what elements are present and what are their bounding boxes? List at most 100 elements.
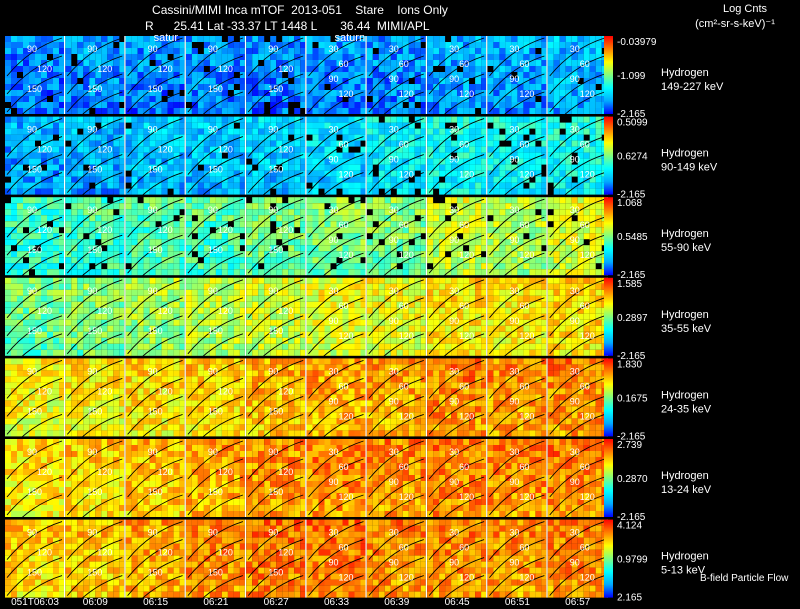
heatmap-cell bbox=[270, 60, 277, 66]
heatmap-cell bbox=[131, 227, 138, 234]
heatmap-cell bbox=[125, 134, 132, 141]
heatmap-cell bbox=[414, 164, 421, 171]
heatmap-cell bbox=[215, 134, 222, 141]
heatmap-cell bbox=[41, 116, 47, 123]
heatmap-cell bbox=[191, 128, 198, 135]
heatmap-cell bbox=[53, 239, 59, 246]
heatmap-cell bbox=[65, 307, 72, 314]
heatmap-cell bbox=[493, 108, 500, 114]
heatmap-cell bbox=[312, 152, 319, 159]
contour-label: 60 bbox=[580, 140, 590, 150]
panel-separator bbox=[365, 197, 367, 276]
heatmap-cell bbox=[408, 197, 415, 204]
heatmap-cell bbox=[342, 349, 349, 356]
heatmap-cell bbox=[559, 164, 566, 171]
heatmap-cell bbox=[571, 188, 578, 195]
heatmap-cell bbox=[137, 116, 144, 123]
heatmap-cell bbox=[529, 188, 536, 195]
heatmap-cell bbox=[463, 182, 470, 189]
heatmap-cell bbox=[246, 78, 253, 84]
heatmap-cell bbox=[300, 221, 306, 228]
contour-label: 120 bbox=[278, 306, 293, 316]
heatmap-cell bbox=[113, 319, 120, 326]
heatmap-cell bbox=[547, 78, 554, 84]
heatmap-cell bbox=[342, 128, 349, 135]
heatmap-cell bbox=[71, 295, 78, 302]
heatmap-cell bbox=[294, 209, 301, 216]
contour-label: 60 bbox=[399, 301, 409, 311]
heatmap-cell bbox=[589, 72, 596, 78]
heatmap-cell bbox=[372, 295, 379, 302]
heatmap-cell bbox=[420, 188, 426, 195]
heatmap-cell bbox=[101, 215, 108, 222]
heatmap-cell bbox=[312, 108, 319, 114]
heatmap-cell bbox=[167, 170, 174, 177]
heatmap-cell bbox=[378, 72, 385, 78]
contour-label: 90 bbox=[389, 235, 399, 245]
heatmap-cell bbox=[143, 36, 150, 42]
heatmap-cell bbox=[529, 209, 536, 216]
heatmap-cell bbox=[354, 307, 361, 314]
heatmap-cell bbox=[143, 221, 150, 228]
heatmap-cell bbox=[173, 182, 180, 189]
heatmap-cell bbox=[179, 221, 185, 228]
heatmap-cell bbox=[318, 72, 325, 78]
heatmap-cell bbox=[185, 307, 192, 314]
heatmap-cell bbox=[378, 102, 385, 108]
heatmap-cell bbox=[11, 331, 17, 338]
heatmap-cell bbox=[330, 301, 337, 308]
heatmap-cell bbox=[312, 60, 319, 66]
heatmap-cell bbox=[396, 269, 403, 276]
species-label: Hydrogen bbox=[661, 228, 709, 240]
heatmap-cell bbox=[457, 188, 464, 195]
heatmap-cell bbox=[227, 263, 234, 270]
heatmap-cell bbox=[420, 146, 426, 153]
heatmap-cell bbox=[595, 96, 602, 102]
heatmap-cell bbox=[372, 227, 379, 234]
heatmap-cell bbox=[131, 251, 138, 258]
heatmap-cell bbox=[354, 164, 361, 171]
heatmap-cell bbox=[77, 164, 84, 171]
species-label: Hydrogen bbox=[661, 148, 709, 160]
heatmap-cell bbox=[173, 227, 180, 234]
heatmap-cell bbox=[312, 96, 319, 102]
heatmap-cell bbox=[493, 245, 500, 252]
heatmap-cell bbox=[83, 221, 90, 228]
heatmap-cell bbox=[408, 289, 415, 296]
heatmap-cell bbox=[511, 269, 518, 276]
heatmap-cell bbox=[203, 60, 210, 66]
heatmap-cell bbox=[589, 188, 596, 195]
heatmap-cell bbox=[77, 227, 84, 234]
heatmap-cell bbox=[300, 48, 306, 54]
heatmap-cell bbox=[264, 263, 271, 270]
heatmap-cell bbox=[354, 337, 361, 344]
heatmap-cell bbox=[493, 197, 500, 204]
heatmap-cell bbox=[53, 128, 59, 135]
heatmap-cell bbox=[5, 96, 11, 102]
heatmap-cell bbox=[493, 128, 500, 135]
heatmap-cell bbox=[35, 108, 41, 114]
heatmap-cell bbox=[221, 48, 228, 54]
heatmap-cell bbox=[167, 215, 174, 222]
heatmap-cell bbox=[408, 182, 415, 189]
heatmap-cell bbox=[469, 152, 476, 159]
heatmap-cell bbox=[233, 48, 240, 54]
heatmap-cell bbox=[77, 283, 84, 290]
heatmap-cell bbox=[348, 263, 355, 270]
heatmap-cell bbox=[29, 337, 35, 344]
heatmap-cell bbox=[113, 343, 120, 350]
heatmap-cell bbox=[179, 307, 185, 314]
heatmap-cell bbox=[523, 48, 530, 54]
heatmap-cell bbox=[191, 343, 198, 350]
heatmap-cell bbox=[445, 182, 452, 189]
heatmap-cell bbox=[155, 215, 162, 222]
heatmap-cell bbox=[239, 78, 245, 84]
heatmap-cell bbox=[47, 197, 53, 204]
heatmap-cell bbox=[330, 170, 337, 177]
heatmap-cell bbox=[475, 128, 482, 135]
heatmap-cell bbox=[378, 108, 385, 114]
heatmap-cell bbox=[366, 203, 373, 210]
heatmap-cell bbox=[312, 301, 319, 308]
heatmap-cell bbox=[71, 325, 78, 332]
heatmap-cell bbox=[185, 295, 192, 302]
